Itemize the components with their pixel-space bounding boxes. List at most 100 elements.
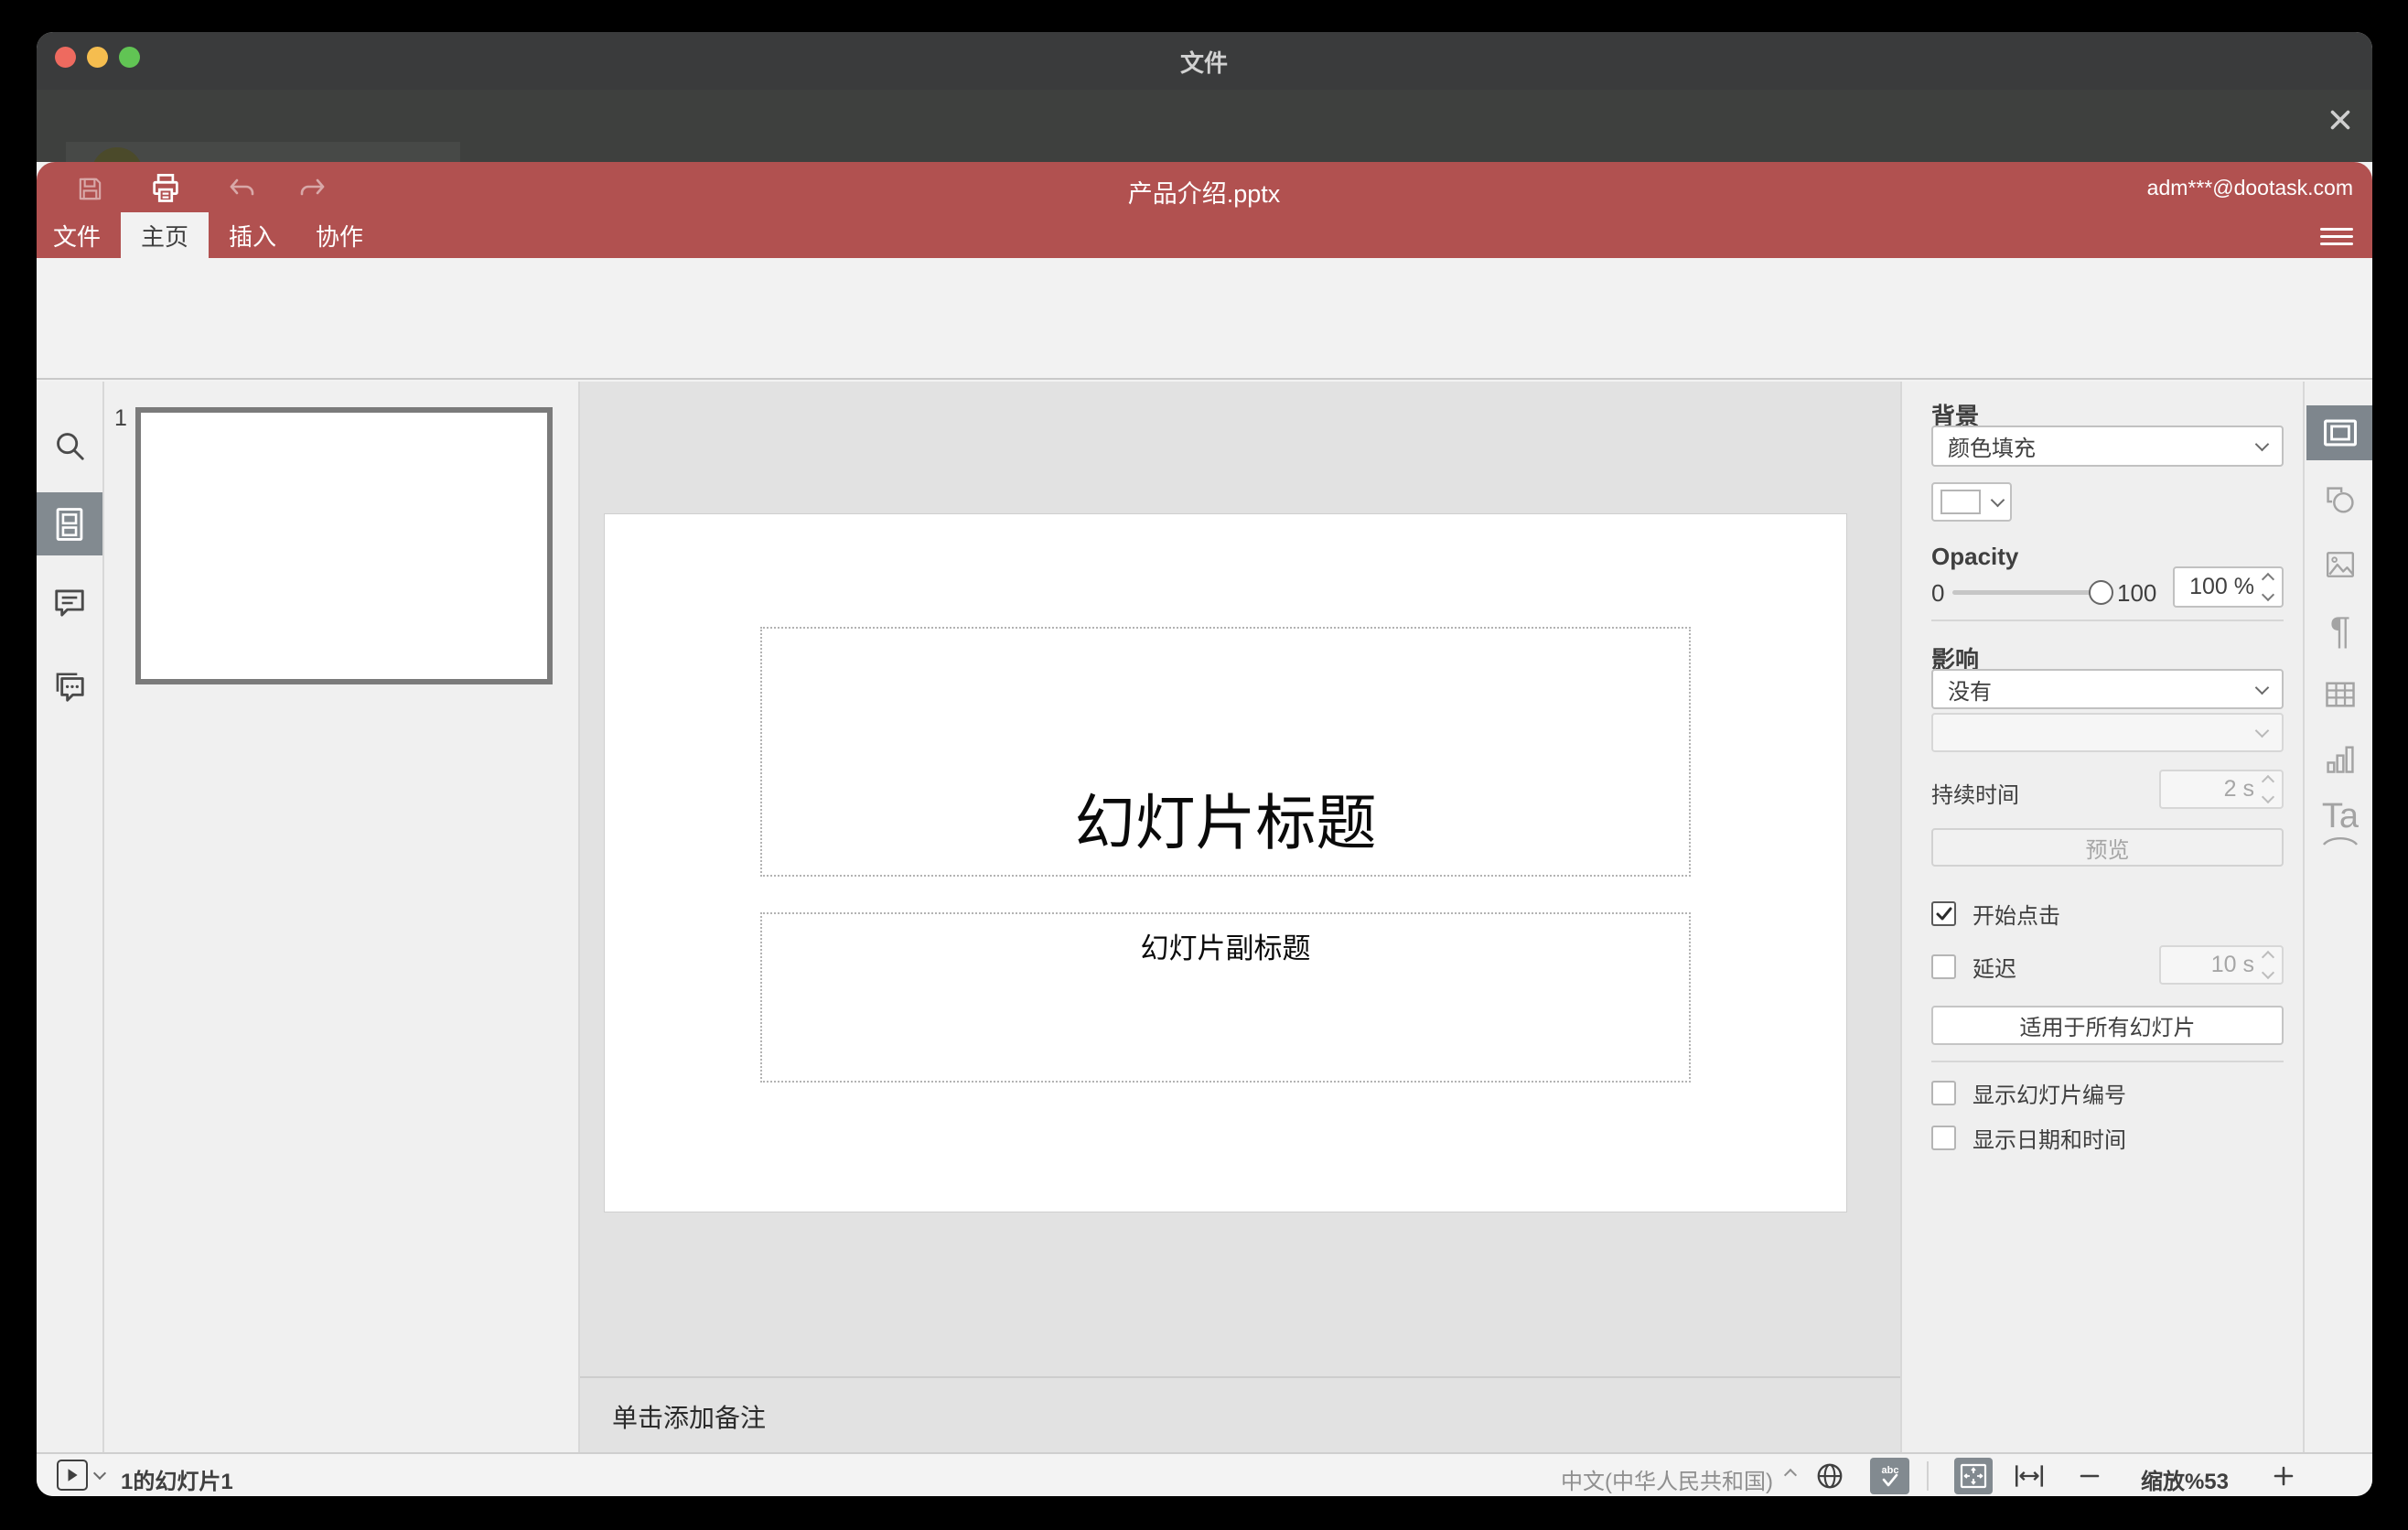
chevron-down-icon — [2254, 436, 2270, 452]
table-icon — [2326, 682, 2355, 707]
slide-number: 1 — [114, 405, 127, 431]
fit-width-icon — [2015, 1465, 2044, 1487]
save-button[interactable] — [74, 173, 105, 204]
tab-file[interactable]: 文件 — [40, 212, 113, 258]
paragraph-settings-tab[interactable]: ¶ — [2306, 603, 2372, 658]
show-slide-number-label: 显示幻灯片编号 — [1973, 1083, 2126, 1108]
language-selector[interactable]: 中文(中华人民共和国) — [1499, 1463, 1773, 1495]
slide-editor[interactable]: 幻灯片标题 幻灯片副标题 — [605, 514, 1846, 1212]
redo-icon — [300, 178, 325, 196]
slide-thumbnails-panel: 1 — [104, 382, 580, 1452]
show-date-time-row[interactable]: 显示日期和时间 — [1931, 1122, 2126, 1154]
home-toolbar: 添加幻灯片 A A Aa B I — [37, 258, 2372, 620]
slide-settings-icon — [2324, 419, 2357, 447]
delay-checkbox[interactable] — [1931, 954, 1956, 979]
delay-value: 10 s — [2210, 952, 2254, 977]
spin-down-icon[interactable] — [2261, 587, 2275, 602]
image-settings-tab[interactable] — [2306, 537, 2372, 592]
show-slide-number-row[interactable]: 显示幻灯片编号 — [1931, 1077, 2126, 1109]
print-button[interactable] — [148, 171, 183, 206]
notes-area[interactable]: 单击添加备注 — [580, 1376, 1900, 1452]
sidebar-slides-button[interactable] — [37, 492, 102, 555]
opacity-slider-track[interactable] — [1952, 590, 2106, 595]
zoom-out-button[interactable] — [2073, 1460, 2106, 1492]
set-language-button[interactable] — [1810, 1458, 1850, 1494]
fit-to-width-button[interactable] — [2009, 1460, 2049, 1492]
status-separator — [1927, 1461, 1929, 1491]
zoom-in-button[interactable] — [2267, 1460, 2300, 1492]
opacity-slider-handle[interactable] — [2089, 580, 2113, 605]
delay-spinner[interactable]: 10 s — [2159, 945, 2284, 985]
panel-divider — [1931, 620, 2284, 621]
shape-settings-tab[interactable] — [2306, 473, 2372, 528]
spin-up-icon[interactable] — [2261, 774, 2275, 789]
slide-title-text: 幻灯片标题 — [1074, 789, 1377, 857]
tab-home[interactable]: 主页 — [121, 212, 209, 258]
show-slide-number-checkbox[interactable] — [1931, 1081, 1956, 1105]
start-on-click-row[interactable]: 开始点击 — [1931, 898, 2060, 930]
text-art-settings-tab[interactable]: Ta — [2306, 792, 2372, 852]
sidebar-comments-button[interactable] — [37, 576, 102, 630]
slide-thumbnail-1[interactable] — [135, 407, 553, 684]
fit-to-slide-button[interactable] — [1954, 1458, 1993, 1494]
effect-select[interactable]: 没有 — [1931, 669, 2284, 709]
close-button[interactable] — [2322, 102, 2359, 138]
image-settings-icon — [2327, 552, 2354, 577]
status-bar: 1的幻灯片1 中文(中华人民共和国) abc 缩放%53 — [37, 1452, 2372, 1496]
dark-header-area — [37, 90, 2372, 199]
chat-icon — [56, 673, 84, 702]
spin-up-icon[interactable] — [2261, 950, 2275, 964]
spin-up-icon[interactable] — [2261, 572, 2275, 587]
play-icon — [68, 1469, 78, 1482]
left-sidebar — [37, 382, 104, 1452]
effect-type-select-disabled[interactable] — [1931, 713, 2284, 752]
start-on-click-checkbox[interactable] — [1931, 901, 1956, 926]
apply-to-all-button[interactable]: 适用于所有幻灯片 — [1931, 1006, 2284, 1045]
opacity-spinner[interactable]: 100 % — [2173, 566, 2284, 608]
background-color-picker[interactable] — [1931, 482, 2012, 522]
tab-insert[interactable]: 插入 — [216, 212, 289, 258]
preview-button[interactable]: 预览 — [1931, 828, 2284, 867]
chevron-down-icon — [1990, 492, 2005, 508]
chart-settings-tab[interactable] — [2306, 731, 2372, 786]
start-slideshow-status-button[interactable] — [57, 1460, 88, 1491]
globe-icon — [1817, 1463, 1843, 1489]
chevron-down-icon[interactable] — [92, 1466, 107, 1481]
minus-icon — [2080, 1474, 2100, 1478]
chevron-down-icon — [2254, 680, 2270, 695]
chevron-down-icon — [2254, 723, 2270, 738]
background-fill-select[interactable]: 颜色填充 — [1931, 426, 2284, 467]
zoom-level[interactable]: 缩放%53 — [2132, 1463, 2238, 1495]
show-date-time-checkbox[interactable] — [1931, 1126, 1956, 1150]
shape-settings-icon — [2327, 487, 2354, 513]
comment-icon — [55, 589, 84, 617]
tab-collaborate[interactable]: 协作 — [303, 212, 376, 258]
fill-type-value: 颜色填充 — [1948, 436, 2036, 461]
check-icon — [1936, 907, 1951, 920]
search-icon — [57, 433, 84, 460]
redo-button[interactable] — [296, 173, 329, 206]
minimize-traffic-light[interactable] — [87, 47, 108, 68]
undo-button[interactable] — [225, 173, 258, 206]
spin-down-icon[interactable] — [2261, 790, 2275, 804]
subtitle-placeholder[interactable]: 幻灯片副标题 — [760, 912, 1691, 1083]
sidebar-search-button[interactable] — [37, 418, 102, 473]
spin-down-icon[interactable] — [2261, 965, 2275, 980]
duration-spinner[interactable]: 2 s — [2159, 770, 2284, 809]
document-title: 产品介绍.pptx — [1127, 180, 1281, 208]
title-placeholder[interactable]: 幻灯片标题 — [760, 627, 1691, 877]
close-traffic-light[interactable] — [55, 47, 76, 68]
sidebar-chat-button[interactable] — [37, 660, 102, 715]
delay-row[interactable]: 延迟 — [1931, 951, 2016, 983]
app-header: 产品介绍.pptx adm***@dootask.com 文件 主页 插入 协作 — [37, 162, 2372, 258]
print-icon — [153, 174, 178, 202]
hamburger-icon — [2320, 228, 2353, 245]
maximize-traffic-light[interactable] — [119, 47, 140, 68]
main-menu-button[interactable] — [2320, 223, 2353, 250]
text-art-icon: Ta — [2320, 798, 2360, 846]
table-settings-tab[interactable] — [2306, 667, 2372, 722]
slide-canvas: 幻灯片标题 幻灯片副标题 — [580, 382, 1900, 1376]
opacity-label: Opacity — [1931, 543, 2019, 570]
spellcheck-button[interactable]: abc — [1870, 1458, 1909, 1494]
slide-settings-tab[interactable] — [2306, 405, 2372, 460]
